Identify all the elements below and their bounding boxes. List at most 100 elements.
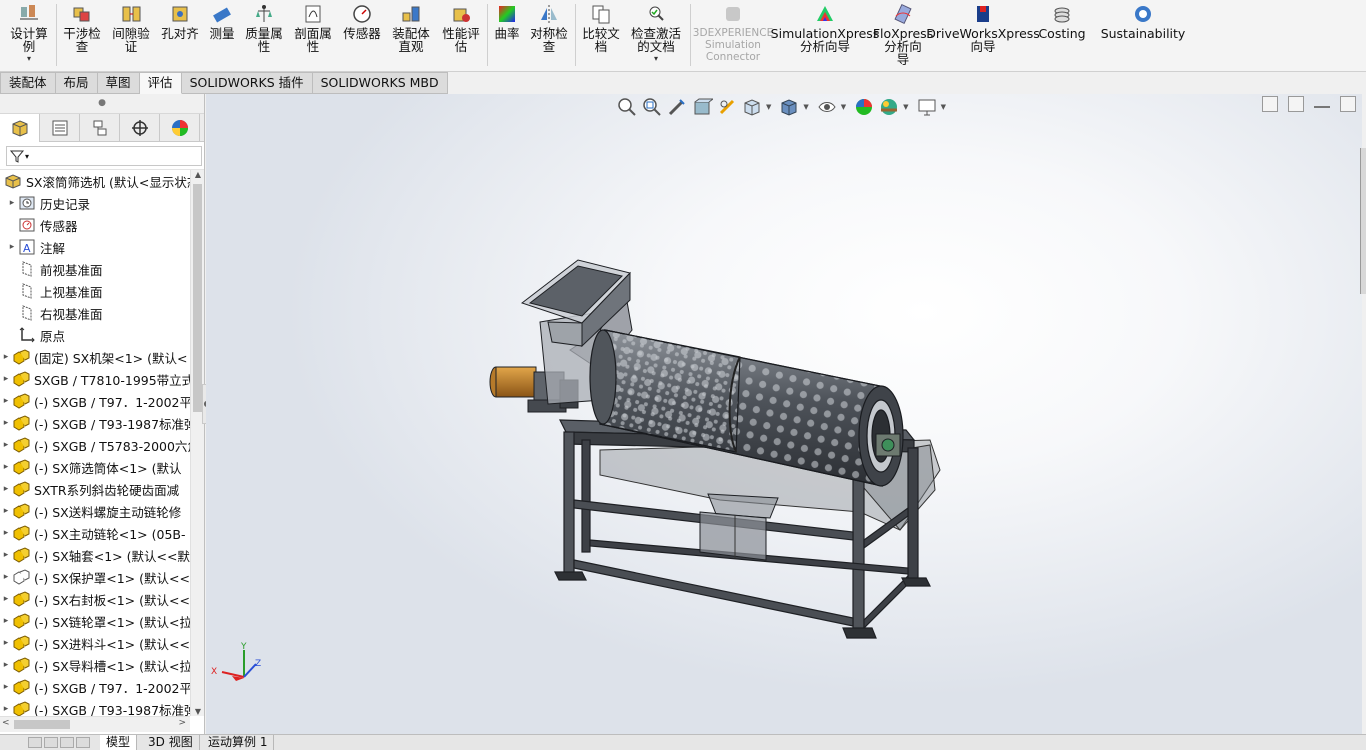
costing-button[interactable]: Costing: [1036, 0, 1088, 66]
tab-solidworks-mbd[interactable]: SOLIDWORKS MBD: [312, 72, 448, 94]
measure-button[interactable]: 测量: [204, 0, 240, 66]
expand-arrow-icon[interactable]: ▸: [0, 418, 12, 428]
expand-arrow-icon[interactable]: ▸: [0, 572, 12, 582]
graphics-viewport[interactable]: ▼ ▼ ▼ ▼ ▼ Y X Z: [206, 94, 1362, 734]
tree-item[interactable]: ▸ (-) SX轴套<1> (默认<<默: [0, 544, 190, 566]
task-pane-strip[interactable]: [1360, 148, 1366, 294]
expand-arrow-icon[interactable]: ▸: [0, 682, 12, 692]
expand-arrow-icon[interactable]: ▸: [0, 440, 12, 450]
tab-model[interactable]: 模型: [100, 735, 138, 750]
tree-item[interactable]: ▸ 历史记录: [0, 192, 190, 214]
expand-arrow-icon[interactable]: ▸: [0, 396, 12, 406]
tree-item[interactable]: ▸ (固定) SX机架<1> (默认<: [0, 346, 190, 368]
sensor-button[interactable]: 传感器: [340, 0, 384, 66]
expand-arrow-icon[interactable]: ▸: [0, 704, 12, 714]
tree-item[interactable]: 原点: [0, 324, 190, 346]
tree-item[interactable]: ▸ (-) SX链轮罩<1> (默认<拉: [0, 610, 190, 632]
next-tab-icon[interactable]: [60, 737, 74, 748]
expand-arrow-icon[interactable]: ▸: [0, 374, 12, 384]
tab-evaluate[interactable]: 评估: [139, 72, 182, 94]
last-tab-icon[interactable]: [76, 737, 90, 748]
tree-item-label: (-) SXGB / T97．1-2002平: [34, 680, 190, 696]
tree-item[interactable]: ▸ SXTR系列斜齿轮硬齿面减: [0, 478, 190, 500]
tree-item[interactable]: ▸ (-) SX保护罩<1> (默认<<: [0, 566, 190, 588]
tree-item[interactable]: ▸ (-) SX送料螺旋主动链轮修: [0, 500, 190, 522]
clearance-verification-button[interactable]: 间隙验 证: [108, 0, 154, 66]
expand-arrow-icon[interactable]: ▸: [0, 616, 12, 626]
check-active-document-button[interactable]: 检查激活 的文档 ▾: [626, 0, 686, 66]
tree-root-assembly[interactable]: SX滚筒筛选机 (默认<显示状态: [0, 170, 190, 192]
tree-item[interactable]: ▸ (-) SX右封板<1> (默认<<: [0, 588, 190, 610]
tab-property-manager[interactable]: [40, 114, 80, 142]
tree-item[interactable]: ▸ (-) SX进料斗<1> (默认<<: [0, 632, 190, 654]
floxpress-button[interactable]: FloXpress 分析向 导: [873, 0, 933, 66]
3dexperience-simulation-connector-button[interactable]: 3DEXPERIENCE Simulation Connector: [693, 0, 773, 66]
expand-arrow-icon[interactable]: ▸: [6, 198, 18, 208]
panel-resize-handle[interactable]: ●: [0, 94, 204, 114]
simulationxpress-button[interactable]: SimulationXpress 分析向导: [771, 0, 879, 66]
tab-assembly[interactable]: 装配体: [0, 72, 56, 94]
tree-item[interactable]: ▸ (-) SX主动链轮<1> (05B-: [0, 522, 190, 544]
interference-check-button[interactable]: 干涉检 查: [60, 0, 104, 66]
compare-documents-button[interactable]: 比较文 档: [578, 0, 624, 66]
chevron-down-icon[interactable]: ▾: [654, 55, 658, 63]
tree-item[interactable]: ▸ (-) SX导料槽<1> (默认<拉: [0, 654, 190, 676]
tree-item[interactable]: 右视基准面: [0, 302, 190, 324]
tree-item[interactable]: ▸ (-) SXGB / T97．1-2002平: [0, 676, 190, 698]
tree-item[interactable]: 前视基准面: [0, 258, 190, 280]
design-study-button[interactable]: 设计算 例 ▾: [6, 0, 52, 66]
section-properties-button[interactable]: 剖面属 性: [290, 0, 336, 66]
expand-arrow-icon[interactable]: ▸: [0, 594, 12, 604]
tab-3d-view[interactable]: 3D 视图: [142, 735, 200, 750]
expand-arrow-icon[interactable]: ▸: [0, 638, 12, 648]
tab-display-manager[interactable]: [160, 114, 200, 142]
performance-evaluation-button[interactable]: 性能评 估: [438, 0, 484, 66]
tree-item[interactable]: ▸ SXGB / T7810-1995带立式: [0, 368, 190, 390]
assembly-visualization-button[interactable]: 装配体 直观: [388, 0, 434, 66]
tree-vertical-scrollbar[interactable]: ▲ ▼: [190, 170, 204, 716]
curvature-button[interactable]: 曲率: [490, 0, 524, 66]
tab-motion-study-1[interactable]: 运动算例 1: [202, 735, 275, 750]
tree-item[interactable]: ▸ (-) SXGB / T97．1-2002平: [0, 390, 190, 412]
expand-arrow-icon[interactable]: ▸: [0, 660, 12, 670]
tab-configuration-manager[interactable]: [80, 114, 120, 142]
tab-solidworks-addins[interactable]: SOLIDWORKS 插件: [181, 72, 313, 94]
tab-sketch[interactable]: 草图: [97, 72, 140, 94]
chevron-down-icon[interactable]: ▾: [27, 55, 31, 63]
expand-arrow-icon[interactable]: ▸: [0, 506, 12, 516]
expand-arrow-icon[interactable]: ▸: [0, 352, 12, 362]
symmetry-check-button[interactable]: 对称检 查: [526, 0, 572, 66]
expand-arrow-icon[interactable]: ▸: [0, 550, 12, 560]
tree-item[interactable]: 上视基准面: [0, 280, 190, 302]
driveworksxpress-button[interactable]: DriveWorksXpress 向导: [926, 0, 1040, 66]
tree-item[interactable]: ▸ A 注解: [0, 236, 190, 258]
scroll-left-icon[interactable]: <: [2, 718, 10, 728]
hole-alignment-button[interactable]: 孔对齐: [158, 0, 202, 66]
scroll-down-icon[interactable]: ▼: [191, 707, 205, 716]
expand-arrow-icon[interactable]: ▸: [0, 528, 12, 538]
scroll-right-icon[interactable]: >: [178, 718, 186, 728]
tree-item[interactable]: ▸ (-) SXGB / T93-1987标准弹: [0, 412, 190, 434]
expand-arrow-icon[interactable]: ▸: [0, 462, 12, 472]
first-tab-icon[interactable]: [28, 737, 42, 748]
mass-properties-button[interactable]: 质量属 性: [242, 0, 286, 66]
scroll-thumb[interactable]: [193, 184, 202, 412]
tree-item[interactable]: ▸ (-) SXGB / T5783-2000六角: [0, 434, 190, 456]
model-drum-screener[interactable]: Y X Z: [206, 94, 1362, 734]
tree-item[interactable]: ▸ (-) SX筛选筒体<1> (默认: [0, 456, 190, 478]
tree-horizontal-scrollbar[interactable]: < >: [0, 716, 190, 732]
scroll-up-icon[interactable]: ▲: [191, 170, 205, 179]
scroll-thumb[interactable]: [14, 720, 70, 729]
tree-item[interactable]: 传感器: [0, 214, 190, 236]
tab-layout[interactable]: 布局: [55, 72, 98, 94]
filter-input[interactable]: ▾: [6, 146, 202, 166]
sustainability-button[interactable]: Sustainability: [1101, 0, 1185, 66]
chevron-down-icon[interactable]: ▾: [25, 152, 29, 161]
tree-item-label: (-) SXGB / T93-1987标准弹: [34, 702, 190, 717]
tab-dimxpert-manager[interactable]: [120, 114, 160, 142]
previous-tab-icon[interactable]: [44, 737, 58, 748]
expand-arrow-icon[interactable]: ▸: [6, 242, 18, 252]
expand-arrow-icon[interactable]: ▸: [0, 484, 12, 494]
tab-feature-manager[interactable]: [0, 114, 40, 142]
tree-item[interactable]: ▸ (-) SXGB / T93-1987标准弹: [0, 698, 190, 716]
